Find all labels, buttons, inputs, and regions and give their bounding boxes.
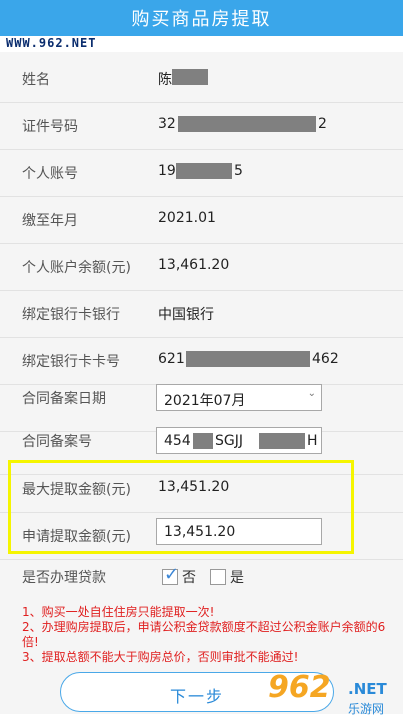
contract-number-value: 454	[164, 433, 191, 449]
row-card-number: 绑定银行卡卡号 621 462	[0, 337, 403, 385]
redaction-mask	[178, 116, 316, 132]
contract-number-suffix: H	[307, 433, 318, 449]
logo-subtitle: 乐游网	[348, 702, 385, 716]
notes-list: 1、购买一处自住住房只能提取一次! 2、办理购房提取后，申请公积金贷款额度不超过…	[22, 605, 392, 665]
personal-account-label: 个人账号	[22, 166, 78, 182]
redaction-mask	[172, 69, 208, 85]
bound-bank-label: 绑定银行卡银行	[22, 307, 120, 323]
paid-until-value: 2021.01	[158, 210, 216, 226]
logo-domain: .NET	[348, 680, 387, 698]
id-number-suffix: 2	[318, 116, 327, 132]
contract-date-select[interactable]: 2021年07月 ⌄	[156, 384, 322, 411]
card-number-value: 621	[158, 351, 185, 367]
row-account-balance: 个人账户余额(元) 13,461.20	[0, 243, 403, 291]
contract-date-label: 合同备案日期	[22, 391, 106, 407]
row-id-number: 证件号码 32 2	[0, 102, 403, 150]
row-personal-account: 个人账号 19 5	[0, 149, 403, 197]
account-balance-value: 13,461.20	[158, 257, 230, 273]
contract-number-label: 合同备案号	[22, 434, 92, 450]
loan-label: 是否办理贷款	[22, 570, 106, 586]
row-paid-until: 缴至年月 2021.01	[0, 196, 403, 244]
account-balance-label: 个人账户余额(元)	[22, 260, 131, 276]
note-item: 3、提取总额不能大于购房总价，否则审批不能通过!	[22, 650, 299, 664]
check-icon: ✓	[164, 564, 180, 585]
name-value: 陈	[158, 72, 172, 88]
bound-bank-value: 中国银行	[158, 307, 214, 323]
contract-number-input[interactable]: 454 SGJJ H	[156, 427, 322, 454]
id-number-label: 证件号码	[22, 119, 78, 135]
redaction-mask	[186, 351, 310, 367]
brand-logo: 962 .NET 乐游网	[262, 670, 402, 722]
id-number-value: 32	[158, 116, 176, 132]
loan-yes-checkbox[interactable]	[210, 569, 226, 585]
row-name: 姓名 陈	[0, 55, 403, 103]
contract-date-value: 2021年07月	[164, 393, 246, 409]
loan-no-label: 否	[182, 570, 196, 586]
note-item: 1、购买一处自住住房只能提取一次!	[22, 605, 215, 619]
card-number-label: 绑定银行卡卡号	[22, 354, 120, 370]
loan-yes-label: 是	[230, 570, 244, 586]
redaction-mask	[176, 163, 232, 179]
note-item: 2、办理购房提取后，申请公积金贷款额度不超过公积金账户余额的6倍!	[22, 620, 386, 649]
highlight-frame	[8, 460, 354, 554]
contract-number-middle: SGJJ	[215, 433, 243, 449]
name-label: 姓名	[22, 72, 50, 88]
row-loan: 是否办理贷款 ✓ 否 是	[0, 555, 403, 595]
row-bound-bank: 绑定银行卡银行 中国银行	[0, 290, 403, 338]
personal-account-suffix: 5	[234, 163, 243, 179]
watermark-text: WWW.962.NET	[6, 36, 97, 50]
personal-account-value: 19	[158, 163, 176, 179]
paid-until-label: 缴至年月	[22, 213, 78, 229]
redaction-mask	[259, 433, 305, 449]
card-number-suffix: 462	[312, 351, 339, 367]
logo-number: 962	[268, 670, 331, 705]
redaction-mask	[193, 433, 213, 449]
loan-no-checkbox[interactable]: ✓	[162, 564, 179, 585]
row-contract-date: 合同备案日期 2021年07月 ⌄	[0, 384, 403, 432]
title-bar: 购买商品房提取	[0, 0, 403, 36]
page-title: 购买商品房提取	[131, 9, 272, 30]
chevron-down-icon: ⌄	[307, 388, 316, 399]
